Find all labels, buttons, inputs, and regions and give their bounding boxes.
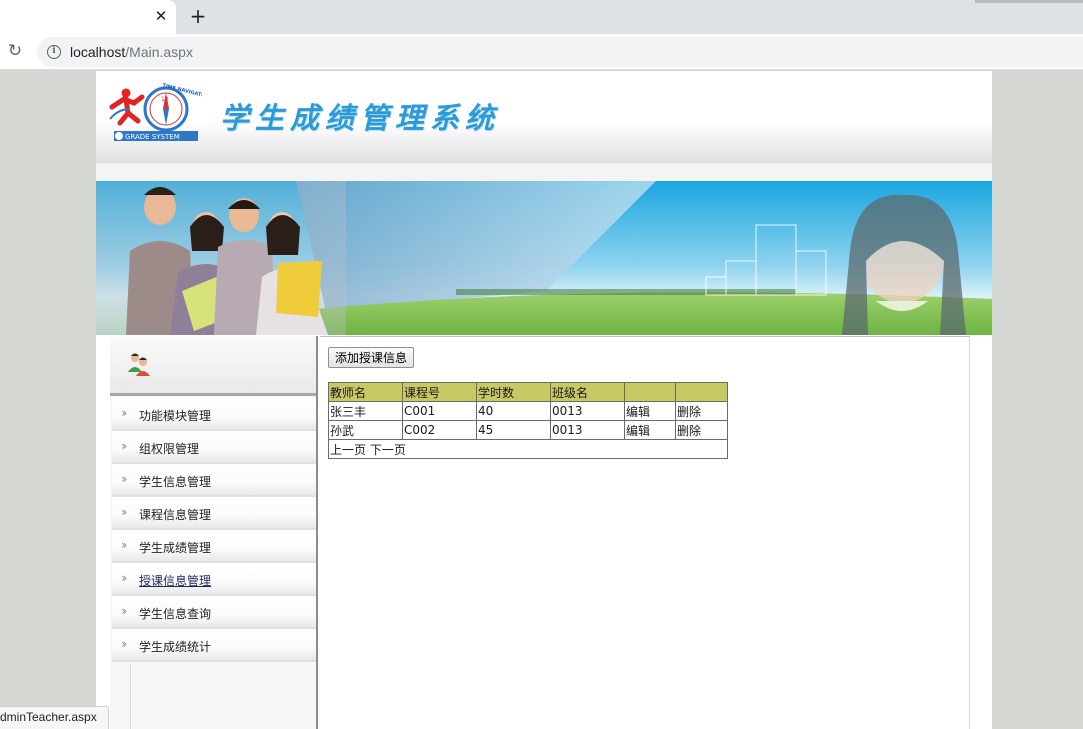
sidebar-item-student-query[interactable]: ›› 学生信息查询 (112, 596, 316, 629)
cell-course-id: C001 (402, 401, 477, 421)
site-title: 学生成绩管理系统 (220, 101, 501, 135)
sidebar-divider (130, 663, 131, 729)
sidebar-item-label: 功能模块管理 (139, 409, 212, 423)
sidebar-item-label: 学生信息管理 (139, 475, 212, 489)
delete-link[interactable]: 删除 (675, 420, 728, 440)
sidebar-item-grade-statistics[interactable]: ›› 学生成绩统计 (112, 629, 316, 662)
sidebar-item-label: 学生成绩统计 (139, 640, 212, 654)
cell-course-id: C002 (402, 420, 477, 440)
new-tab-icon[interactable]: + (188, 5, 208, 27)
logo-bottom-text: GRADE SYSTEM (125, 133, 180, 141)
site-header: 12 TIME NAVIGATOR GRADE SYSTEM 学生成绩管理系统 (96, 71, 992, 163)
sidebar-item-student-info[interactable]: ›› 学生信息管理 (112, 464, 316, 497)
chevron-right-icon: ›› (121, 571, 127, 585)
url-text[interactable]: localhost/Main.aspx (70, 43, 193, 61)
sidebar-item-course-info[interactable]: ›› 课程信息管理 (112, 497, 316, 530)
info-icon[interactable]: i (47, 45, 61, 59)
chevron-right-icon: ›› (121, 637, 127, 651)
sidebar-item-label: 学生成绩管理 (139, 541, 212, 555)
cell-hours: 45 (476, 420, 551, 440)
status-bar-url: dminTeacher.aspx (0, 706, 109, 729)
browser-toolbar: ↻ i localhost/Main.aspx (0, 34, 1083, 70)
cell-teacher: 张三丰 (328, 401, 403, 421)
logo-clock-number: 12 (161, 96, 169, 103)
cell-class: 0013 (550, 420, 625, 440)
chevron-right-icon: ›› (121, 505, 127, 519)
page: 12 TIME NAVIGATOR GRADE SYSTEM 学生成绩管理系统 (96, 71, 992, 729)
table-header-row: 教师名 课程号 学时数 班级名 (328, 382, 728, 402)
chevron-right-icon: ›› (121, 472, 127, 486)
pager-row: 上一页 下一页 (328, 439, 728, 459)
delete-link[interactable]: 删除 (675, 401, 728, 421)
table-row: 孙武 C002 45 0013 编辑 删除 (328, 420, 728, 440)
users-icon (128, 353, 150, 376)
column-header-teacher: 教师名 (328, 382, 403, 402)
teaching-info-table: 教师名 课程号 学时数 班级名 张三丰 C001 40 0013 编辑 删除 孙… (328, 382, 728, 459)
main-content: 添加授课信息 教师名 课程号 学时数 班级名 张三丰 C001 40 0013 … (320, 336, 970, 729)
column-header-class: 班级名 (550, 382, 625, 402)
sidebar-item-function-modules[interactable]: ›› 功能模块管理 (112, 398, 316, 431)
add-teaching-info-button[interactable]: 添加授课信息 (328, 347, 415, 368)
column-header-hours: 学时数 (476, 382, 551, 402)
sidebar-menu: ›› 功能模块管理 ›› 组权限管理 ›› 学生信息管理 ›› 课程信息管理 ›› 学生成… (112, 398, 316, 662)
sidebar-header (110, 336, 316, 396)
table-row: 张三丰 C001 40 0013 编辑 删除 (328, 401, 728, 421)
browser-tab[interactable]: ✕ (0, 0, 176, 34)
chevron-right-icon: ›› (121, 604, 127, 618)
window-edge (975, 0, 1083, 3)
browser-tabstrip: ✕ + (0, 0, 1083, 34)
chevron-right-icon: ›› (121, 439, 127, 453)
sidebar-item-label: 组权限管理 (139, 442, 200, 456)
logo: 12 TIME NAVIGATOR GRADE SYSTEM (109, 83, 202, 141)
close-icon[interactable]: ✕ (152, 7, 170, 25)
column-header-edit (624, 382, 676, 402)
chevron-right-icon: ›› (121, 406, 127, 420)
sidebar-item-grade-management[interactable]: ›› 学生成绩管理 (112, 530, 316, 563)
sidebar-item-label: 课程信息管理 (139, 508, 212, 522)
cell-class: 0013 (550, 401, 625, 421)
url-path: /Main.aspx (125, 44, 193, 60)
sidebar-item-group-permissions[interactable]: ›› 组权限管理 (112, 431, 316, 464)
reload-icon[interactable]: ↻ (4, 40, 26, 62)
banner-image (96, 181, 992, 335)
cell-hours: 40 (476, 401, 551, 421)
edit-link[interactable]: 编辑 (624, 401, 676, 421)
header-divider (96, 163, 992, 181)
column-header-delete (675, 382, 728, 402)
chevron-right-icon: ›› (121, 538, 127, 552)
pager[interactable]: 上一页 下一页 (328, 439, 728, 459)
sidebar: ›› 功能模块管理 ›› 组权限管理 ›› 学生信息管理 ›› 课程信息管理 ›› 学生成… (110, 336, 318, 729)
sidebar-item-teaching-info[interactable]: ›› 授课信息管理 (112, 563, 316, 596)
sidebar-item-label: 学生信息查询 (139, 607, 212, 621)
address-bar[interactable]: i localhost/Main.aspx (37, 37, 1083, 67)
sidebar-item-label: 授课信息管理 (139, 574, 212, 588)
column-header-course-id: 课程号 (402, 382, 477, 402)
url-host: localhost (70, 44, 126, 60)
edit-link[interactable]: 编辑 (624, 420, 676, 440)
cell-teacher: 孙武 (328, 420, 403, 440)
